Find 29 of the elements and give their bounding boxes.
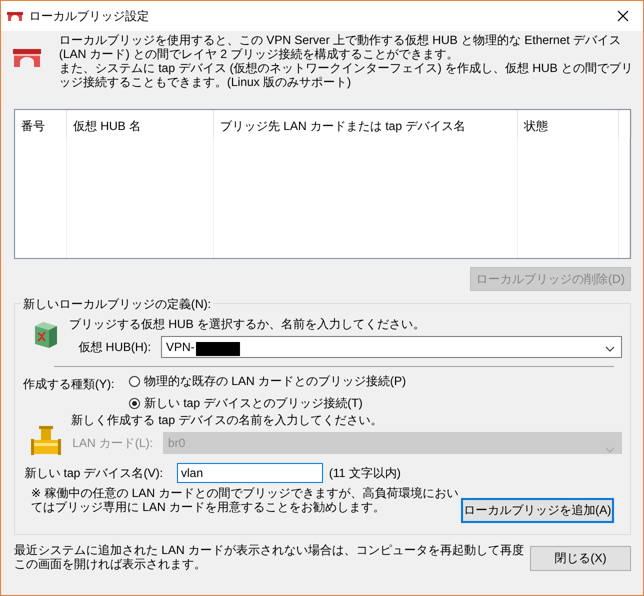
note-text: ※ 稼働中の任意の LAN カードとの間でブリッジできますが、高負荷環境においてはブリッジ専用に LAN カードを用意することをお勧めします。 (31, 486, 460, 514)
radio-option[interactable]: 新しい tap デバイスとのブリッジ接続(T) (129, 395, 406, 412)
hub-combo-box[interactable]: VPN- (161, 336, 622, 358)
column-header[interactable]: 仮想 HUB 名 (67, 110, 214, 138)
pipe-icon (31, 426, 61, 458)
redaction-bar (196, 342, 240, 356)
bridge-icon (7, 9, 23, 23)
instruction-text: ブリッジする仮想 HUB を選択するか、名前を入力してください。 (69, 316, 426, 332)
column-header[interactable]: 状態 (518, 110, 619, 138)
radio-option[interactable]: 物理的な既存の LAN カードとのブリッジ接続(P) (129, 373, 406, 390)
chevron-icon (605, 346, 615, 352)
description-text: ローカルブリッジを使用すると、この VPN Server 上で動作する仮想 HUB と物理的な Ethernet デバイス (LAN カード) との間でレイヤ 2 ブリッジ接続を構成することができます。 (59, 33, 622, 61)
hint-text: (11 文字以内) (329, 464, 401, 482)
field-label: 仮想 HUB(H): (77, 338, 152, 356)
footer-note: 最近システムに追加された LAN カードが表示されない場合は、コンピュータを再起動して再度この画面を開ければ表示されます。 (14, 543, 524, 571)
window-title: ローカルブリッジ設定 (29, 8, 150, 24)
field-label: 新しい tap デバイス名(V): (23, 464, 164, 482)
field-label: 作成する種類(Y): (23, 376, 116, 393)
field-label: LAN カード(L): (71, 434, 154, 452)
description-text: また、システムに tap デバイス (仮想のネットワークインターフェイス) を作成し、仮想 HUB との間でブリッジ接続することもできます。(Linux 版のみサポート) (59, 61, 634, 89)
add-bridge-button[interactable]: ローカルブリッジを追加(A) (460, 498, 614, 523)
chevron-icon (605, 447, 615, 453)
instruction-text: 新しく作成する tap デバイスの名前を入力してください。 (71, 412, 384, 428)
close-button[interactable]: 閉じる(X) (530, 546, 631, 571)
column-header[interactable]: 番号 (15, 110, 67, 138)
group-title: 新しいローカルブリッジの定義(N): (21, 296, 213, 313)
column-header[interactable]: ブリッジ先 LAN カードまたは tap デバイス名 (214, 110, 518, 138)
tap-name-input[interactable]: vlan (177, 463, 323, 483)
close-icon (617, 10, 629, 22)
